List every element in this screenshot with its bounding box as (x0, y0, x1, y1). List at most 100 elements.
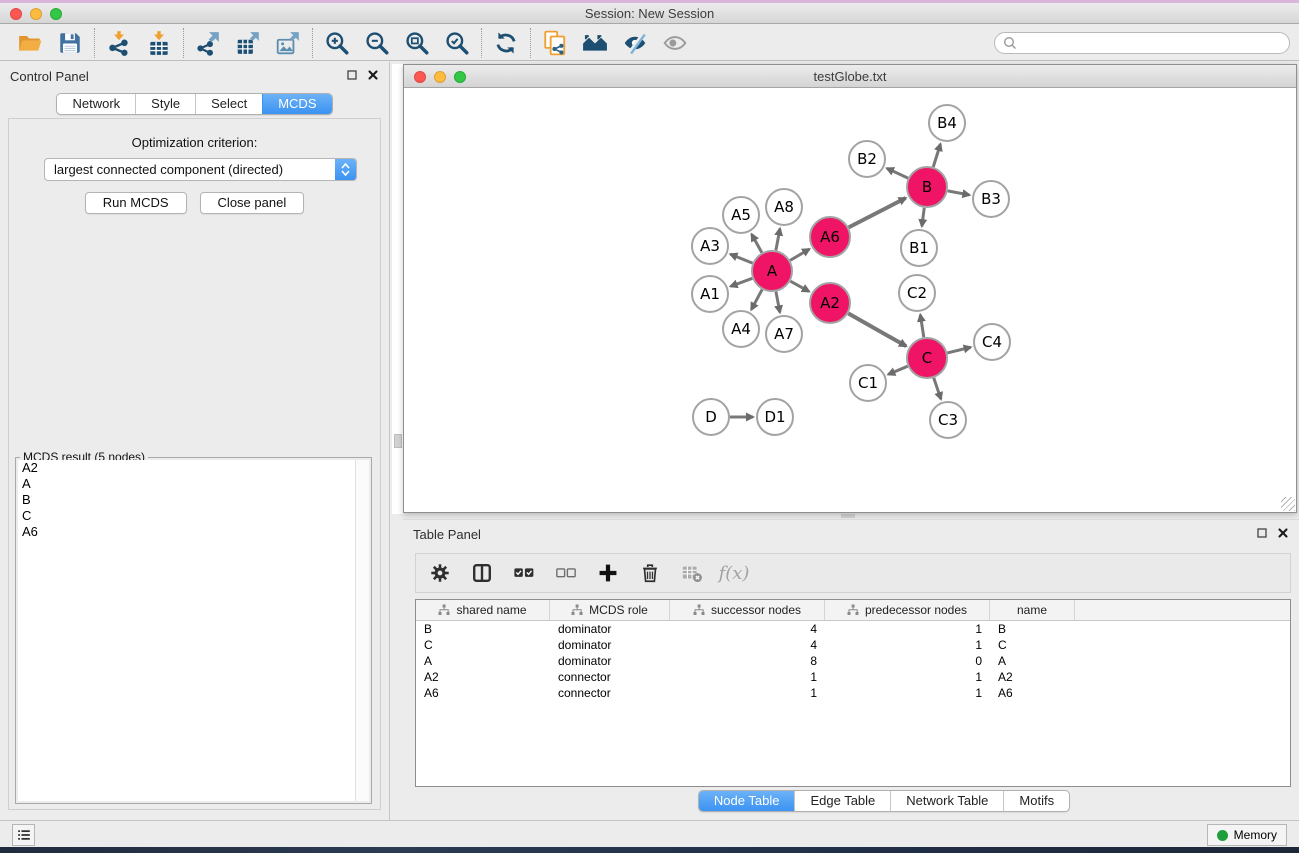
edge-A-A3[interactable] (730, 254, 752, 263)
column-header-shared-name[interactable]: shared name (416, 600, 550, 620)
edge-A-A5[interactable] (752, 234, 762, 252)
mcds-result-item[interactable]: B (18, 492, 355, 508)
open-file-button[interactable] (15, 28, 45, 58)
column-header-MCDS-role[interactable]: MCDS role (550, 600, 670, 620)
edge-A-A1[interactable] (731, 278, 753, 286)
minimize-network-icon[interactable] (434, 71, 446, 83)
close-network-icon[interactable] (414, 71, 426, 83)
edge-A6-B[interactable] (849, 198, 906, 227)
table-settings-button[interactable] (428, 561, 452, 585)
table-cell: dominator (550, 654, 670, 668)
edge-C-C2[interactable] (920, 315, 923, 338)
edge-A-A6[interactable] (790, 249, 809, 260)
edge-A2-C[interactable] (848, 313, 906, 346)
delete-column-button[interactable] (638, 561, 662, 585)
tab-mcds[interactable]: MCDS (262, 94, 331, 114)
refresh-button[interactable] (491, 28, 521, 58)
close-window-icon[interactable] (10, 8, 22, 20)
column-header-predecessor-nodes[interactable]: predecessor nodes (825, 600, 990, 620)
mcds-result-item[interactable]: A2 (18, 460, 355, 476)
node-label-C1: C1 (858, 374, 878, 392)
edge-B-B1[interactable] (922, 208, 924, 226)
edge-B-B2[interactable] (887, 168, 908, 178)
zoom-selected-button[interactable] (442, 28, 472, 58)
add-column-button[interactable] (596, 561, 620, 585)
network-graph[interactable]: AA1A3A5A8A6A4A7A2BB2B4B3B1CC2C4C1C3DD1 (404, 89, 1296, 513)
search-input[interactable] (1022, 36, 1281, 50)
home-button[interactable] (580, 28, 610, 58)
deselect-all-button[interactable] (554, 561, 578, 585)
table-panel-tabs: Node TableEdge TableNetwork TableMotifs (698, 790, 1070, 812)
memory-status-icon (1217, 830, 1228, 841)
hide-panel-button[interactable] (620, 28, 650, 58)
result-scrollbar[interactable] (356, 460, 369, 801)
table-row[interactable]: Adominator80A (416, 653, 1290, 669)
edge-A-A8[interactable] (776, 229, 780, 251)
mcds-result-item[interactable]: C (18, 508, 355, 524)
memory-button[interactable]: Memory (1207, 824, 1287, 846)
tab-edge-table[interactable]: Edge Table (794, 791, 890, 811)
edge-A-A7[interactable] (776, 292, 780, 313)
mcds-result-item[interactable]: A6 (18, 524, 355, 540)
search-field[interactable] (994, 32, 1290, 54)
mcds-result-item[interactable]: A (18, 476, 355, 492)
tab-network[interactable]: Network (57, 94, 135, 114)
tab-node-table[interactable]: Node Table (699, 791, 795, 811)
show-eye-button[interactable] (660, 28, 690, 58)
resize-grip-icon[interactable] (1281, 497, 1295, 511)
table-row[interactable]: A6connector11A6 (416, 685, 1290, 701)
network-snapshot-button[interactable] (540, 28, 570, 58)
edge-B-B4[interactable] (933, 144, 940, 167)
export-network-button[interactable] (193, 28, 223, 58)
tab-motifs[interactable]: Motifs (1003, 791, 1069, 811)
float-table-panel-icon[interactable] (1256, 527, 1268, 539)
float-panel-icon[interactable] (346, 69, 358, 81)
zoom-network-icon[interactable] (454, 71, 466, 83)
network-canvas[interactable]: AA1A3A5A8A6A4A7A2BB2B4B3B1CC2C4C1C3DD1 (404, 89, 1296, 512)
desktop-vertical-scrollbar[interactable] (394, 434, 402, 448)
import-network-button[interactable] (104, 28, 134, 58)
network-window-titlebar[interactable]: testGlobe.txt (404, 65, 1296, 88)
save-session-button[interactable] (55, 28, 85, 58)
table-panel: Table Panel f(x) shared nameMCDS rolesuc… (403, 519, 1299, 813)
export-image-button[interactable] (273, 28, 303, 58)
mcds-result-list[interactable]: A2ABCA6 (18, 460, 356, 801)
close-table-panel-icon[interactable] (1277, 527, 1289, 539)
edge-A-A2[interactable] (790, 281, 809, 291)
desktop-horizontal-scrollbar[interactable] (841, 514, 855, 518)
import-table-button[interactable] (144, 28, 174, 58)
select-all-button[interactable] (512, 561, 536, 585)
close-panel-icon[interactable] (367, 69, 379, 81)
edge-B-B3[interactable] (948, 191, 970, 195)
export-table-button[interactable] (233, 28, 263, 58)
zoom-fit-button[interactable] (402, 28, 432, 58)
minimize-window-icon[interactable] (30, 8, 42, 20)
desktop-scroll-track (392, 64, 403, 514)
node-label-A8: A8 (774, 198, 794, 216)
task-history-button[interactable] (12, 824, 35, 846)
tab-network-table[interactable]: Network Table (890, 791, 1003, 811)
column-visibility-button[interactable] (470, 561, 494, 585)
edge-C-C1[interactable] (888, 366, 907, 374)
column-header-successor-nodes[interactable]: successor nodes (670, 600, 825, 620)
zoom-fit-icon (404, 30, 430, 56)
zoom-window-icon[interactable] (50, 8, 62, 20)
edge-C-C3[interactable] (934, 378, 941, 399)
column-label: MCDS role (589, 603, 648, 617)
node-table[interactable]: shared name MCDS role successor nodesprede… (415, 599, 1291, 787)
run-mcds-button[interactable]: Run MCDS (85, 192, 187, 214)
zoom-out-button[interactable] (362, 28, 392, 58)
tab-select[interactable]: Select (195, 94, 262, 114)
table-row[interactable]: Cdominator41C (416, 637, 1290, 653)
edge-C-C4[interactable] (947, 347, 970, 353)
table-cell: B (416, 622, 550, 636)
close-panel-button[interactable]: Close panel (200, 192, 305, 214)
table-row[interactable]: A2connector11A2 (416, 669, 1290, 685)
table-header-row[interactable]: shared name MCDS role successor nodesprede… (416, 600, 1290, 621)
table-row[interactable]: Bdominator41B (416, 621, 1290, 637)
tab-style[interactable]: Style (135, 94, 195, 114)
zoom-in-button[interactable] (322, 28, 352, 58)
edge-A-A4[interactable] (751, 290, 762, 310)
criterion-select[interactable]: largest connected component (directed) (44, 158, 357, 181)
column-header-name[interactable]: name (990, 600, 1075, 620)
